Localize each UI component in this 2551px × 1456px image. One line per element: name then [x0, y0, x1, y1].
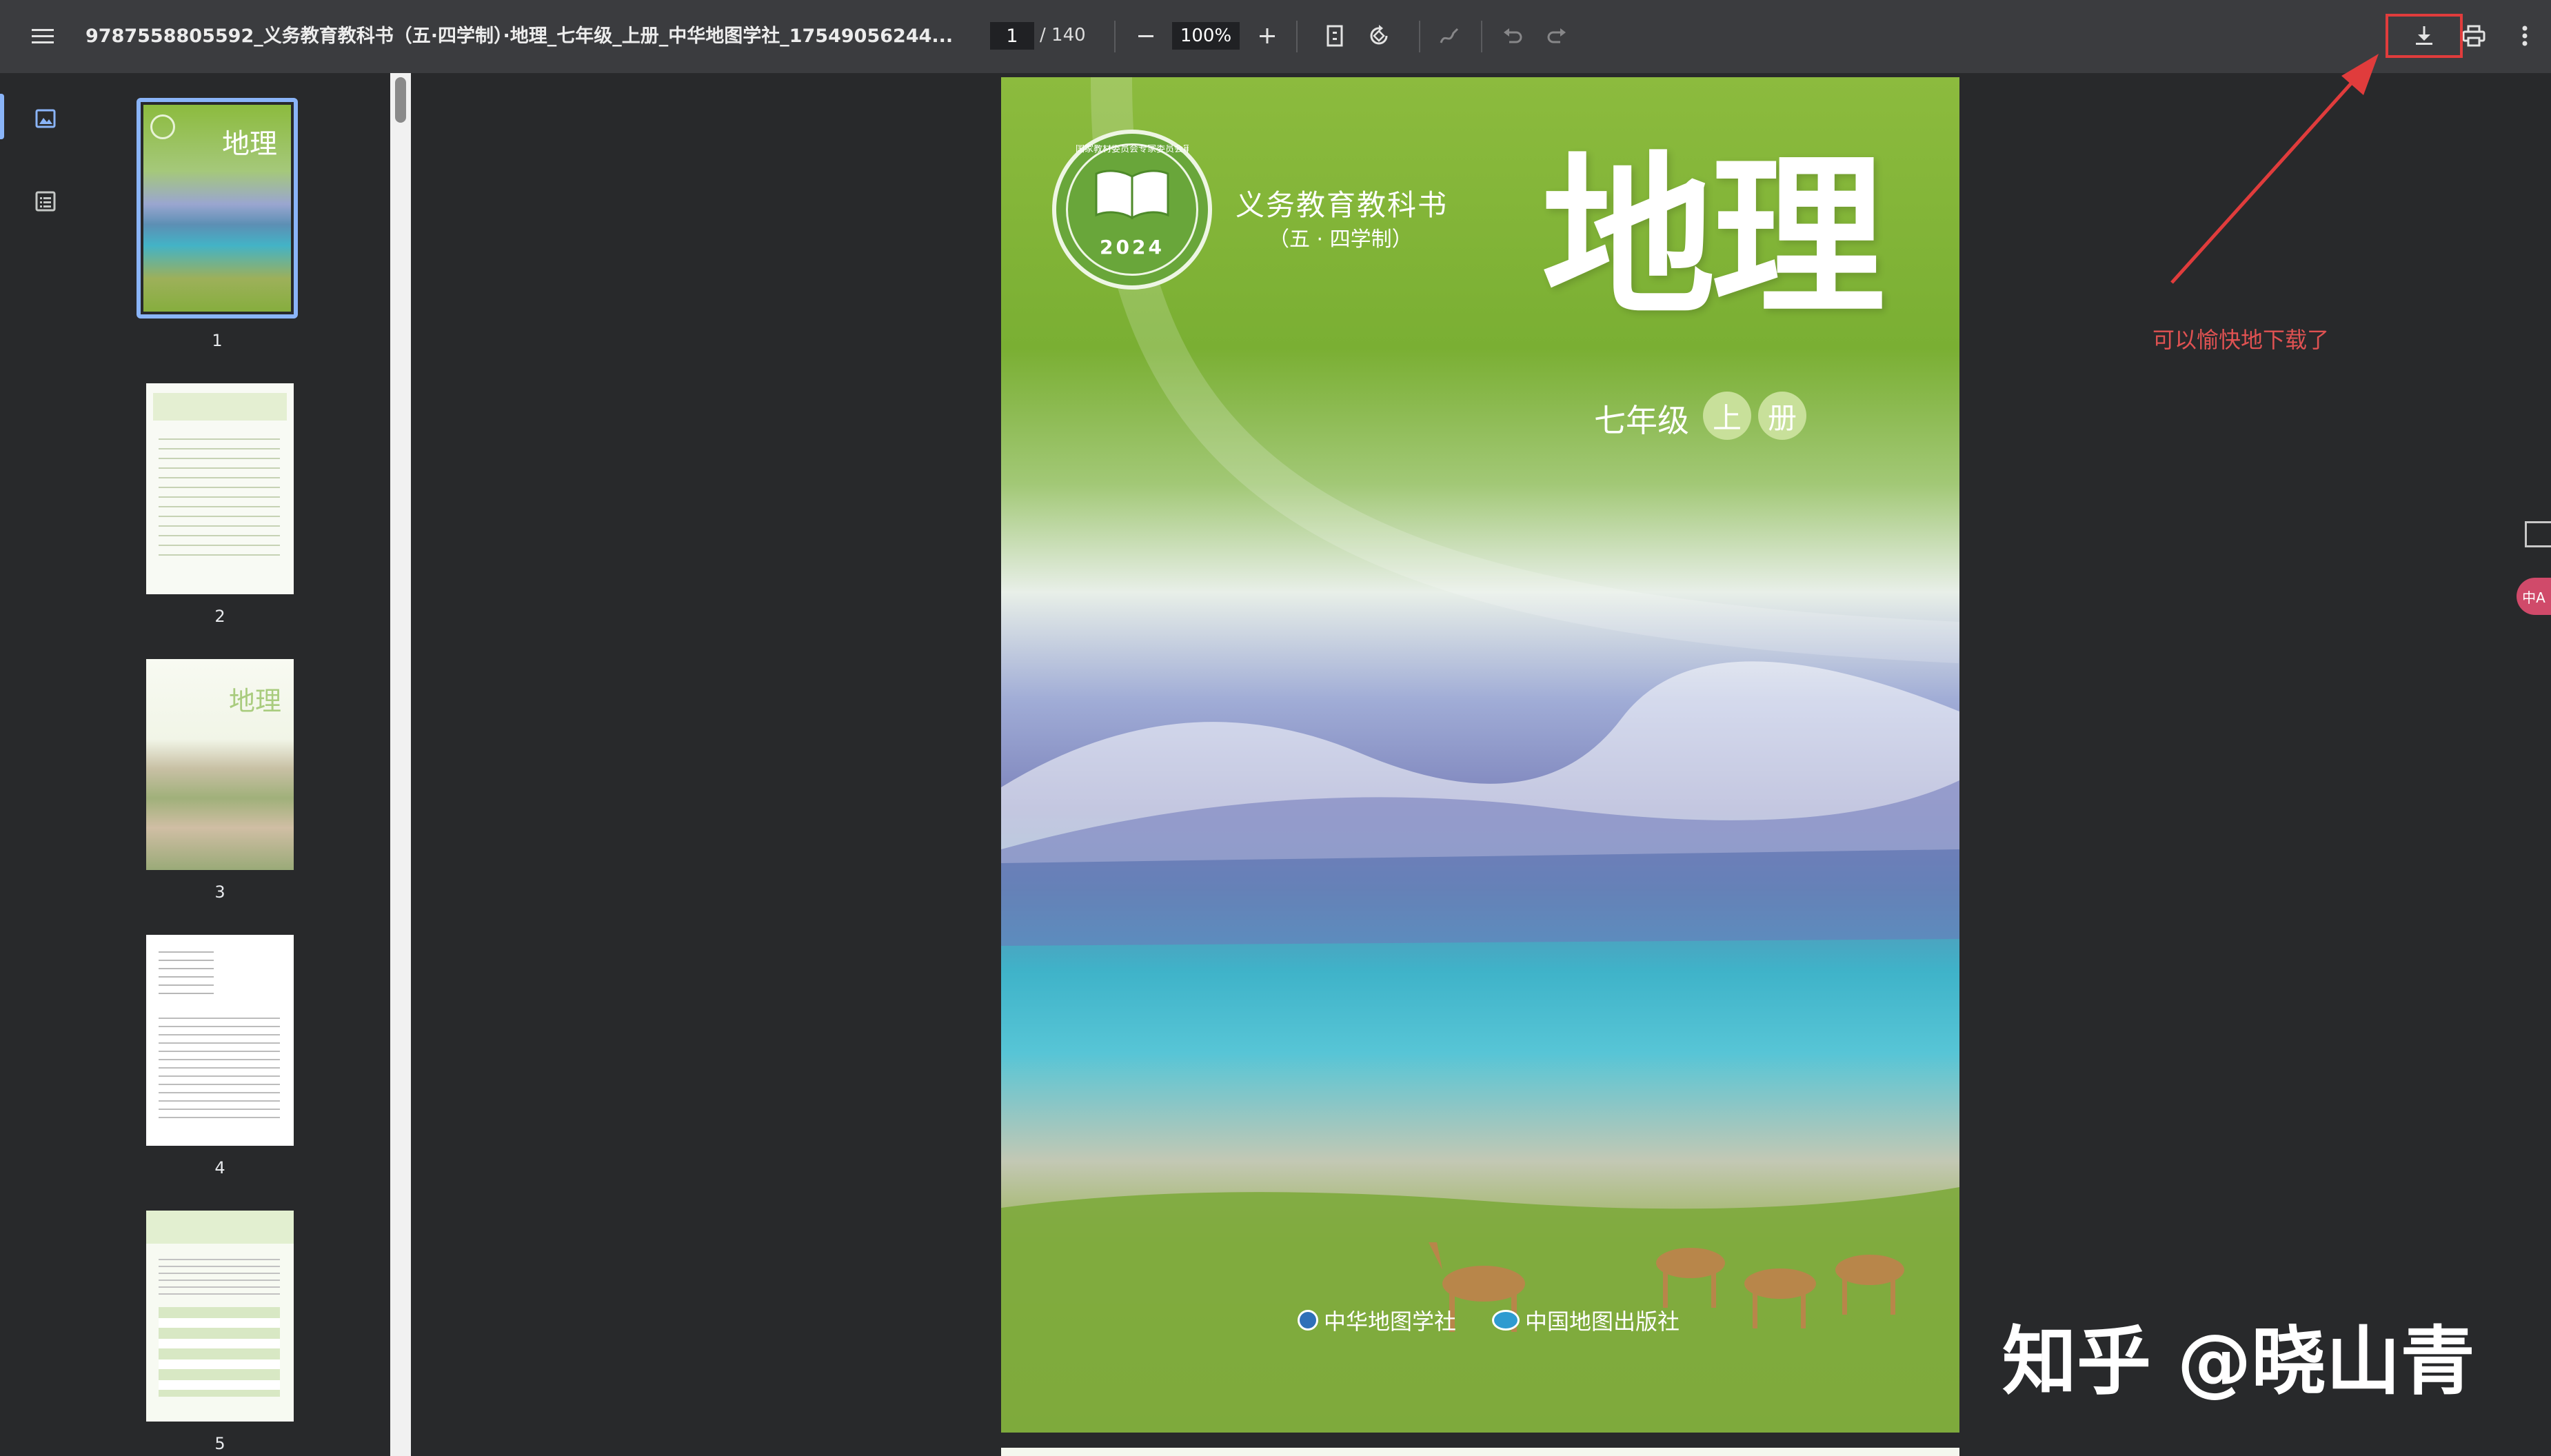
cover-seal-text: 国家教材委员会专家委员会审核通过 [1076, 145, 1189, 154]
undo-icon[interactable] [1498, 21, 1528, 51]
thumbnail-text-lines [159, 1018, 280, 1121]
toolbar-divider [1481, 21, 1482, 52]
thumbnails-view-icon[interactable] [30, 103, 61, 134]
thumbnail-number: 2 [214, 607, 225, 626]
zoom-out-icon[interactable] [1131, 21, 1161, 51]
cover-volume-badge: 册 [1758, 392, 1806, 440]
cover-subject-title: 地理 [1542, 137, 1885, 339]
sidebar-icon-rail [0, 73, 88, 1456]
redo-icon[interactable] [1542, 21, 1572, 51]
toolbar-divider [1419, 21, 1420, 52]
thumbnail-number: 5 [214, 1434, 225, 1453]
thumbnail-text-lines [159, 951, 214, 1000]
zoom-in-icon[interactable] [1252, 21, 1282, 51]
thumbnail-seal-icon [150, 114, 175, 139]
outline-view-icon[interactable] [30, 186, 61, 216]
document-title: 9787558805592_义务教育教科书（五·四学制）·地理_七年级_上册_中… [85, 26, 954, 47]
more-options-icon[interactable] [2510, 21, 2540, 51]
page-number-input[interactable] [990, 22, 1034, 50]
print-icon[interactable] [2459, 21, 2489, 51]
toolbar-divider [1296, 21, 1298, 52]
cover-volume-badge: 上 [1703, 392, 1751, 440]
download-highlight-box [2386, 14, 2463, 58]
cover-publisher-1: 中华地图学社 [1298, 1304, 1456, 1336]
cover-school-system: （五 · 四学制） [1269, 228, 1413, 252]
thumbnail-table [159, 1307, 280, 1397]
pdf-page-2-edge [1001, 1448, 1959, 1456]
draw-icon[interactable] [1434, 21, 1464, 51]
publisher-logo-icon [1298, 1310, 1318, 1331]
fit-page-icon[interactable] [1320, 21, 1350, 51]
cover-seal-emblem: 2024 国家教材委员会专家委员会审核通过 [1052, 130, 1212, 290]
pdf-toolbar: 9787558805592_义务教育教科书（五·四学制）·地理_七年级_上册_中… [0, 0, 2551, 73]
thumbnail-scrollbar-track[interactable] [390, 73, 411, 1456]
publisher-name: 中国地图出版社 [1525, 1308, 1680, 1335]
translate-widget[interactable]: 中A [2517, 578, 2551, 615]
qr-scan-icon[interactable] [2525, 521, 2551, 547]
page-thumbnail-3[interactable]: 地理 [146, 659, 294, 870]
page-total: / 140 [1040, 25, 1086, 46]
publisher-logo-icon [1492, 1310, 1520, 1331]
thumbnail-number: 3 [214, 882, 225, 902]
thumbnail-number: 4 [214, 1158, 225, 1177]
thumbnail-header-band [146, 1211, 294, 1244]
rotate-icon[interactable] [1364, 21, 1394, 51]
annotation-text: 可以愉快地下载了 [2152, 327, 2330, 353]
publisher-name: 中华地图学社 [1324, 1308, 1457, 1335]
thumbnail-header-band [153, 393, 287, 421]
pdf-page-1: 2024 国家教材委员会专家委员会审核通过 义务教育教科书 （五 · 四学制） … [1001, 77, 1959, 1433]
zoom-level-input[interactable] [1172, 22, 1240, 50]
antelope-illustration [1429, 1242, 1904, 1332]
translate-icon: 中A [2522, 589, 2545, 606]
page-thumbnail-4[interactable] [146, 935, 294, 1146]
thumbnail-cover-title: 地理 [228, 686, 281, 716]
page-thumbnail-1[interactable]: 地理 [143, 105, 291, 312]
cover-volume-char: 册 [1767, 401, 1797, 435]
cover-series-name: 义务教育教科书 [1236, 188, 1449, 222]
page-thumbnail-2[interactable] [146, 383, 294, 594]
thumbnail-panel: 地理 1 2 地理 3 4 5 [88, 73, 390, 1456]
thumbnail-scrollbar-thumb[interactable] [395, 77, 406, 123]
page-thumbnail-5[interactable] [146, 1211, 294, 1422]
cover-seal-year: 2024 [1100, 236, 1164, 259]
thumbnail-number: 1 [212, 331, 223, 350]
toolbar-divider [1114, 21, 1116, 52]
cover-publisher-2: 中国地图出版社 [1492, 1304, 1680, 1336]
thumbnail-cover-title: 地理 [222, 128, 277, 160]
cover-volume-char: 上 [1712, 401, 1742, 435]
menu-icon[interactable] [28, 21, 58, 51]
thumbnail-text-lines [159, 1259, 280, 1300]
thumbnail-toc-lines [159, 438, 280, 563]
book-icon [1095, 170, 1169, 220]
watermark: 知乎 @晓山青 [2002, 1319, 2475, 1405]
cover-grade: 七年级 [1594, 402, 1689, 439]
thumbnails-tab-indicator [0, 94, 4, 139]
